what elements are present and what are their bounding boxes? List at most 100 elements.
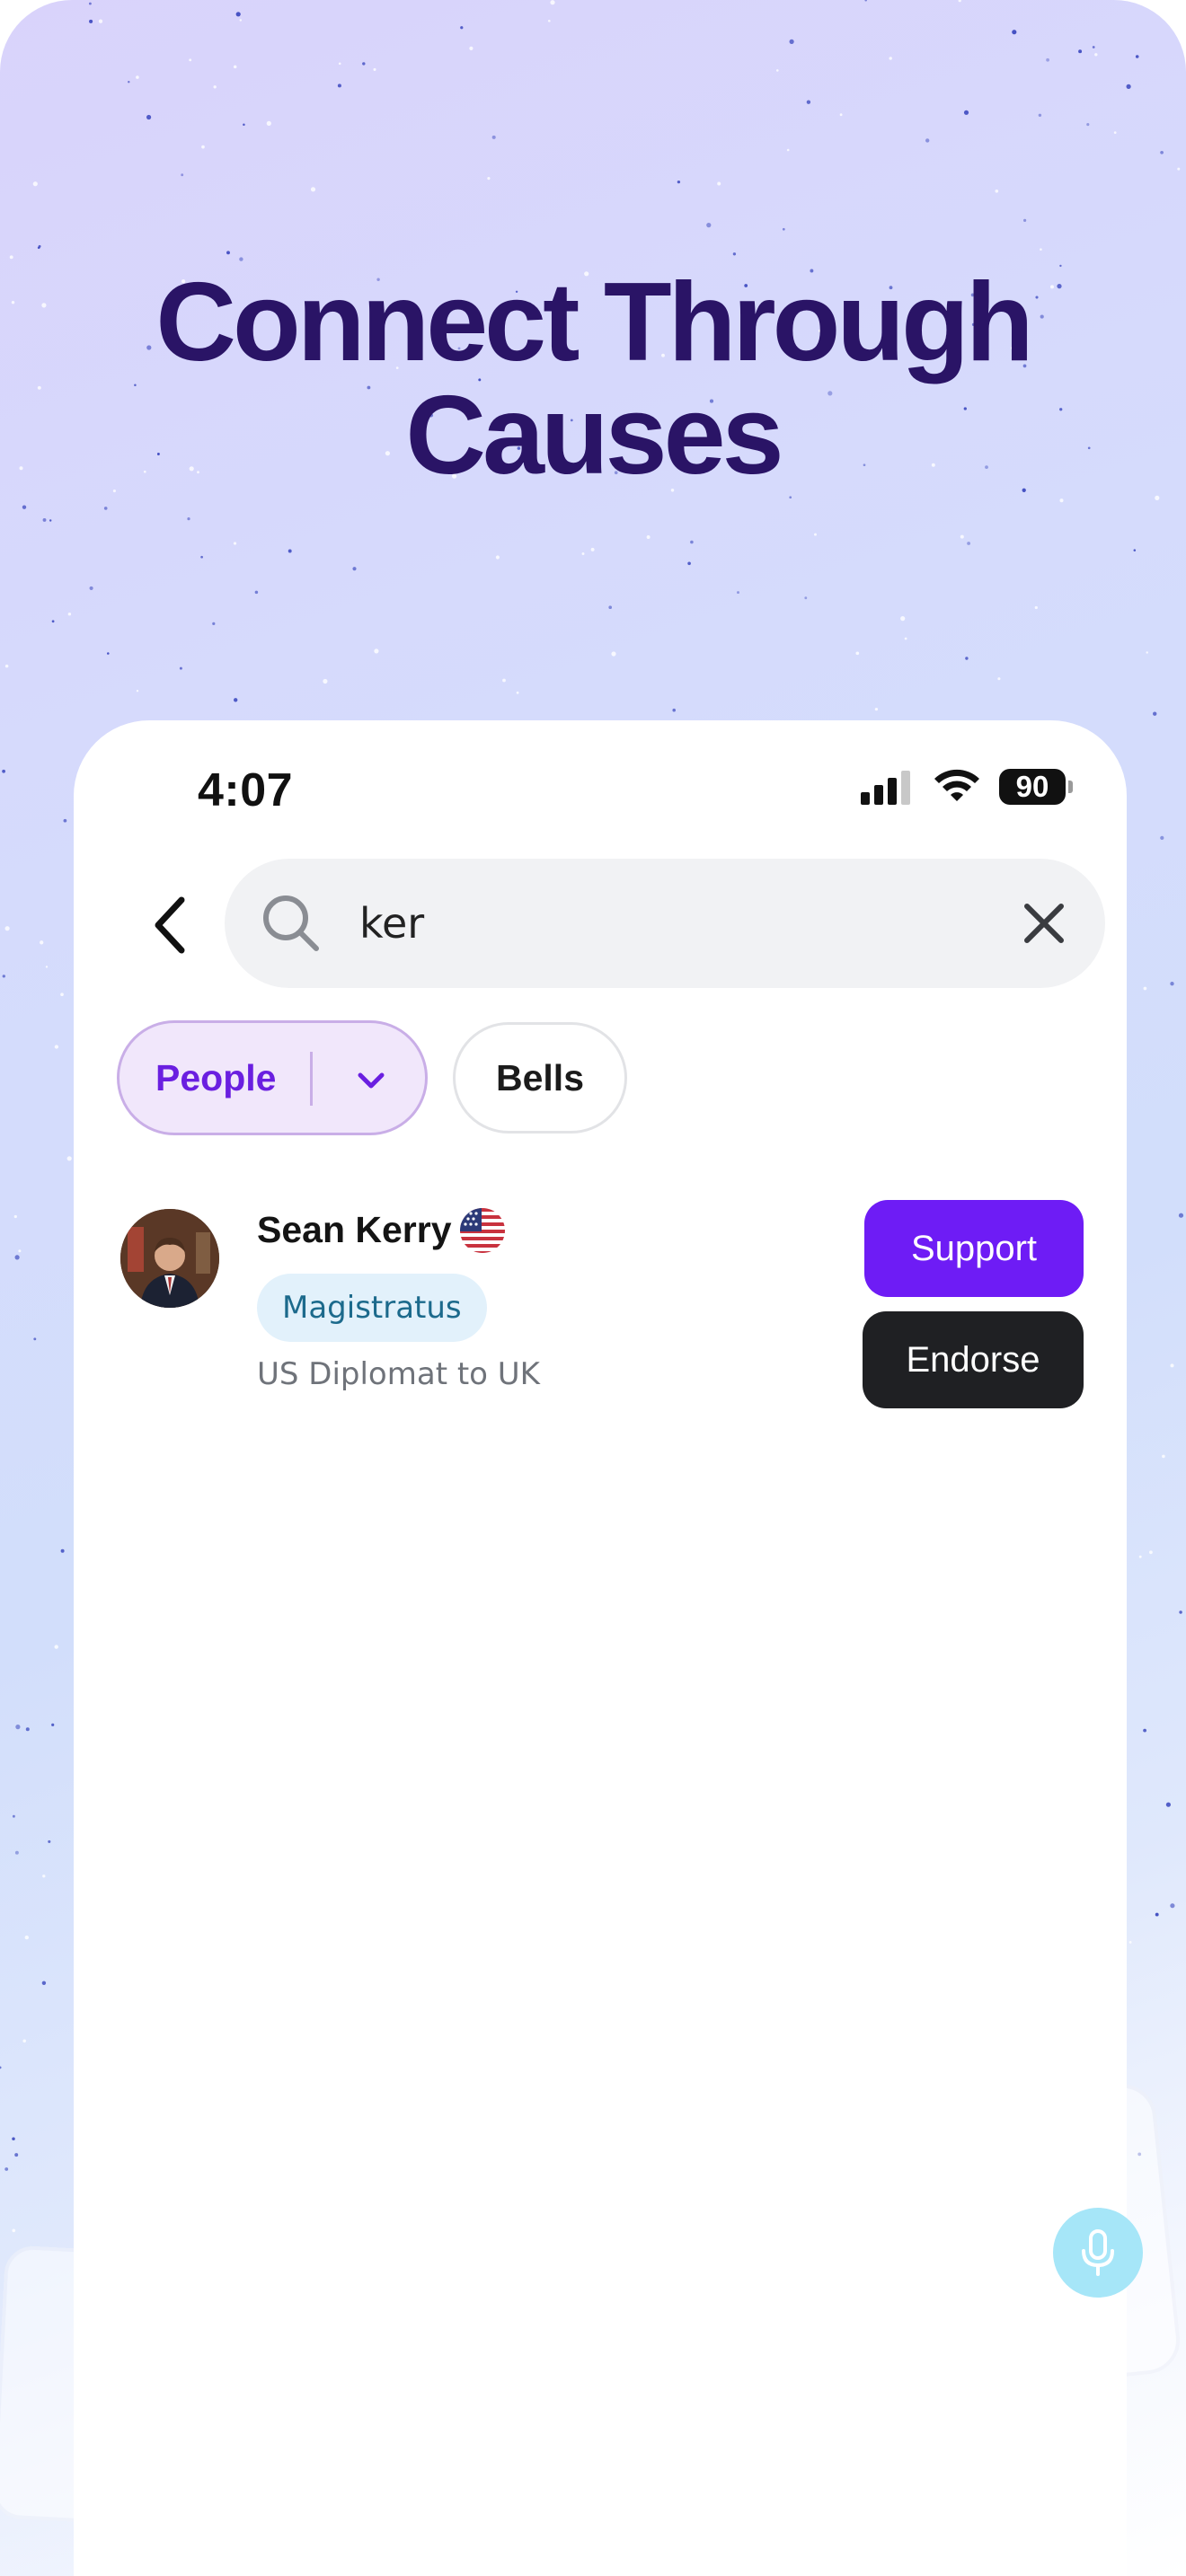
search-icon — [263, 895, 319, 951]
speckle-dot — [2, 975, 5, 978]
speckle-dot — [1155, 1912, 1159, 1917]
speckle-dot — [4, 2167, 9, 2171]
speckle-dot — [706, 223, 712, 228]
speckle-dot — [22, 2039, 27, 2043]
speckle-dot — [41, 1981, 47, 1985]
speckle-dot — [1022, 218, 1027, 223]
speckle-dot — [1165, 1802, 1171, 1807]
clear-search-button[interactable] — [1019, 898, 1069, 948]
speckle-dot — [14, 2153, 19, 2157]
speckle-dot — [60, 992, 64, 997]
speckle-dot — [89, 586, 93, 590]
person-description: US Diplomat to UK — [257, 1356, 540, 1392]
speckle-dot — [839, 113, 843, 117]
speckle-dot — [963, 110, 969, 115]
speckle-dot — [814, 533, 817, 536]
speckle-dot — [2, 769, 5, 773]
speckle-dot — [806, 100, 811, 104]
speckle-dot — [1078, 49, 1083, 54]
battery-icon: 90 — [999, 769, 1073, 805]
speckle-dot — [24, 1935, 29, 1940]
speckle-dot — [965, 657, 969, 660]
speckle-dot — [89, 19, 93, 23]
speckle-dot — [288, 549, 292, 553]
speckle-dot — [677, 180, 681, 184]
speckle-dot — [373, 67, 376, 71]
speckle-dot — [337, 84, 341, 88]
speckle-dot — [491, 135, 496, 139]
speckle-dot — [189, 58, 192, 62]
us-flag-graphic — [460, 1208, 505, 1253]
filter-chip-people[interactable]: People — [117, 1020, 428, 1135]
speckle-dot — [732, 252, 737, 256]
speckle-dot — [608, 605, 613, 610]
battery-level: 90 — [1015, 770, 1049, 803]
us-flag-icon — [460, 1208, 505, 1253]
speckle-dot — [1143, 1728, 1147, 1733]
endorse-button[interactable]: Endorse — [863, 1311, 1084, 1408]
filter-chip-bells[interactable]: Bells — [453, 1022, 627, 1134]
speckle-dot — [789, 496, 792, 499]
speckle-dot — [128, 81, 130, 84]
back-button[interactable] — [133, 889, 205, 961]
speckle-dot — [66, 1156, 72, 1161]
speckle-dot — [40, 940, 44, 945]
chevron-down-icon[interactable] — [355, 1064, 387, 1097]
speckle-dot — [146, 114, 152, 120]
speckle-dot — [581, 552, 585, 555]
search-bar[interactable] — [225, 859, 1105, 988]
speckle-dot — [776, 69, 779, 72]
speckle-dot — [51, 1723, 55, 1726]
speckle-dot — [1012, 30, 1017, 35]
speckle-dot — [1040, 248, 1042, 251]
status-time: 4:07 — [198, 764, 294, 816]
endorse-button-label: Endorse — [906, 1339, 1040, 1380]
support-button[interactable]: Support — [864, 1200, 1084, 1297]
speckle-dot — [233, 542, 237, 545]
speckle-dot — [737, 591, 739, 595]
speckle-dot — [49, 519, 52, 522]
speckle-dot — [1133, 549, 1137, 551]
person-result-row[interactable]: Sean Kerry Magistratus US Diplomat to UK… — [74, 1169, 1127, 1408]
avatar-photo — [120, 1209, 219, 1308]
speckle-dot — [310, 187, 316, 192]
speckle-dot — [235, 12, 241, 17]
speckle-dot — [38, 244, 41, 248]
voice-search-button[interactable] — [1053, 2208, 1143, 2298]
speckle-dot — [900, 616, 906, 622]
speckle-dot — [1092, 46, 1095, 49]
speckle-dot — [266, 120, 271, 126]
speckle-dot — [67, 612, 72, 616]
speckle-dot — [4, 664, 9, 668]
speckle-dot — [502, 678, 506, 683]
speckle-dot — [690, 540, 694, 544]
speckle-dot — [45, 966, 49, 968]
speckle-dot — [717, 181, 721, 186]
speckle-dot — [1160, 835, 1164, 841]
speckle-dot — [460, 26, 464, 30]
speckle-dot — [187, 516, 190, 521]
speckle-dot — [352, 567, 357, 571]
speckle-dot — [233, 65, 237, 69]
filter-chip-bells-label: Bells — [496, 1056, 584, 1098]
speckle-dot — [960, 534, 964, 539]
search-input[interactable] — [359, 891, 988, 956]
speckle-dot — [786, 148, 790, 152]
avatar[interactable] — [120, 1209, 219, 1308]
speckle-dot — [925, 138, 930, 143]
speckle-dot — [516, 691, 519, 694]
speckle-dot — [672, 708, 676, 712]
speckle-dot — [967, 542, 971, 545]
speckle-dot — [60, 1548, 65, 1553]
speckle-dot — [547, 19, 551, 22]
speckle-dot — [234, 698, 238, 702]
cellular-signal-icon — [861, 771, 910, 805]
speckle-dot — [136, 690, 139, 693]
speckle-dot — [1143, 986, 1147, 991]
speckle-dot — [42, 1875, 46, 1878]
speckle-dot — [1148, 1550, 1153, 1555]
speckle-dot — [997, 677, 1001, 681]
speckle-dot — [200, 555, 203, 559]
speckle-dot — [495, 555, 500, 560]
speckle-dot — [1178, 1213, 1184, 1218]
